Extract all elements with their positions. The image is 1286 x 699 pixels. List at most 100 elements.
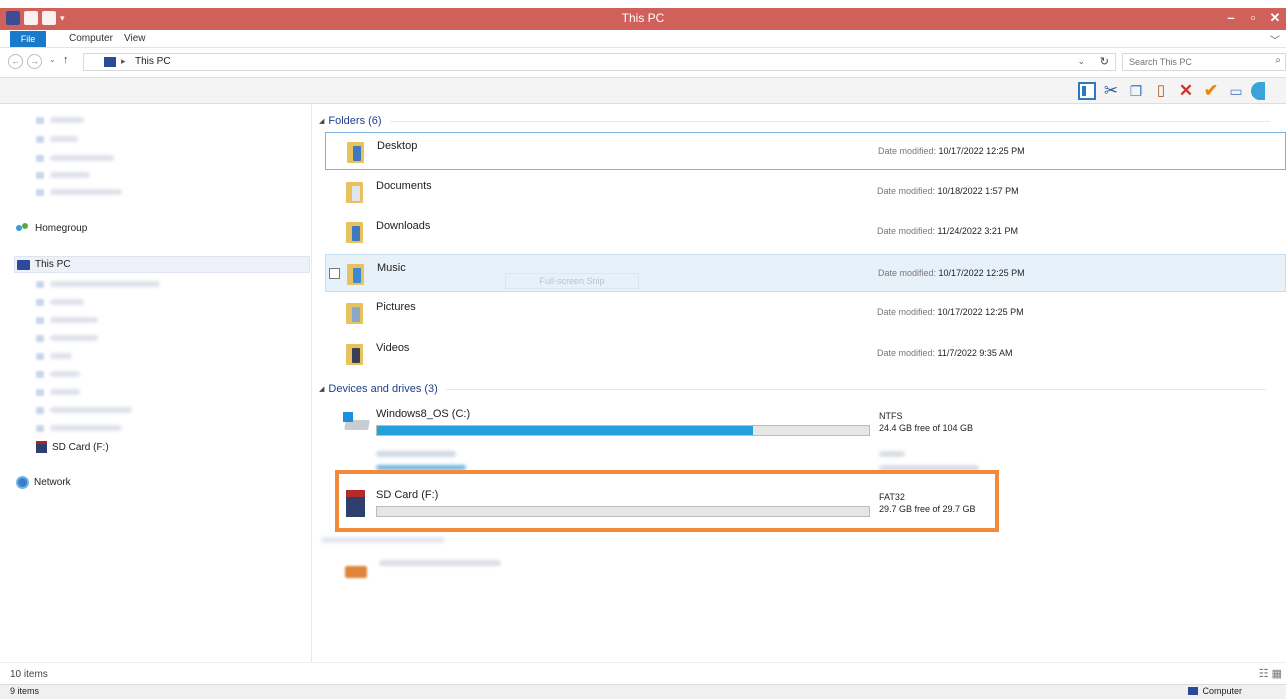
music-folder-icon [347, 264, 364, 285]
zone-indicator: Computer [1188, 686, 1242, 696]
list-item[interactable]: Pictures Date modified: 10/17/2022 12:25… [325, 294, 1286, 332]
folder-name: Documents [376, 180, 432, 192]
blurred-item-icon [36, 425, 44, 432]
devices-group-header[interactable]: ◢ Devices and drives (3) [319, 383, 1266, 395]
date-modified-value: 10/17/2022 12:25 PM [938, 146, 1025, 156]
minimize-icon[interactable]: – [1220, 8, 1242, 30]
date-modified-value: 11/24/2022 3:21 PM [937, 226, 1018, 236]
documents-folder-icon [346, 182, 363, 203]
nav-item-this-pc[interactable]: This PC [14, 256, 310, 273]
tab-view[interactable]: View [124, 30, 146, 48]
date-modified: Date modified: 11/24/2022 3:21 PM [877, 226, 1018, 236]
list-item[interactable]: Videos Date modified: 11/7/2022 9:35 AM [325, 335, 1286, 373]
blurred-item [50, 172, 90, 178]
select-checkbox[interactable] [329, 268, 340, 279]
date-modified: Date modified: 10/17/2022 12:25 PM [878, 268, 1025, 278]
blurred-location-icon [345, 566, 367, 578]
date-modified-label: Date modified: [878, 268, 937, 278]
folders-group-header[interactable]: ◢ Folders (6) [319, 115, 1270, 127]
folder-name: Desktop [377, 140, 418, 152]
status-bar-outer: 9 items Computer [0, 684, 1286, 699]
view-toggle-icon[interactable]: ☷ ▦ [1259, 667, 1282, 680]
nav-item-label: This PC [35, 259, 71, 270]
checkmark-icon[interactable]: ✔ [1201, 81, 1221, 101]
blurred-item-icon [36, 155, 44, 162]
nav-item-network[interactable]: Network [16, 476, 71, 489]
up-arrow-icon[interactable]: ↑ [63, 54, 69, 66]
blurred-item [50, 281, 160, 287]
list-item[interactable]: Desktop Date modified: 10/17/2022 12:25 … [325, 132, 1286, 170]
blurred-location-name [379, 560, 501, 566]
nav-item-label: SD Card (F:) [52, 441, 109, 453]
address-row: ← → ⌄ ↑ ▸ This PC ⌄ ↻ ⌕ [0, 51, 1286, 73]
window-controls: – ▫ ✕ [1220, 8, 1286, 30]
date-modified: Date modified: 10/17/2022 12:25 PM [877, 307, 1024, 317]
address-bar[interactable]: ▸ This PC ⌄ ↻ [83, 53, 1116, 71]
window-title: This PC [621, 11, 665, 25]
date-modified-label: Date modified: [877, 186, 936, 196]
drive-item-c[interactable]: Windows8_OS (C:) NTFS 24.4 GB free of 10… [343, 406, 1283, 446]
blurred-item [50, 335, 98, 341]
paste-icon[interactable]: ▯ [1151, 81, 1171, 101]
nav-item-homegroup[interactable]: Homegroup [16, 222, 87, 234]
list-item[interactable]: Documents Date modified: 10/18/2022 1:57… [325, 173, 1286, 211]
blurred-item [50, 117, 84, 123]
group-divider [445, 388, 1266, 390]
date-modified-value: 10/17/2022 12:25 PM [937, 307, 1024, 317]
back-icon[interactable]: ← [8, 54, 23, 69]
blurred-item [50, 299, 84, 305]
search-input[interactable] [1129, 54, 1269, 70]
rename-icon[interactable]: ▭ [1226, 81, 1246, 101]
blurred-drive-fs [879, 451, 905, 457]
homegroup-icon [16, 222, 30, 234]
tab-computer[interactable]: Computer [69, 30, 113, 48]
folder-name: Pictures [376, 301, 416, 313]
content-pane: ◢ Folders (6) Desktop Date modified: 10/… [313, 104, 1286, 662]
folder-name: Videos [376, 342, 410, 354]
item-count: 10 items [10, 669, 48, 680]
maximize-icon[interactable]: ▫ [1242, 8, 1264, 30]
drive-filesystem: NTFS [879, 411, 903, 421]
blurred-item-icon [36, 189, 44, 196]
blurred-item-icon [36, 299, 44, 306]
pictures-folder-icon [346, 303, 363, 324]
zone-label: Computer [1202, 686, 1242, 696]
title-bar: ▾ This PC – ▫ ✕ [0, 8, 1286, 30]
collapse-triangle-icon[interactable]: ◢ [319, 385, 324, 393]
globe-icon[interactable] [1251, 82, 1265, 100]
blurred-item [50, 407, 132, 413]
drive-free-space: 24.4 GB free of 104 GB [879, 423, 974, 433]
tab-file[interactable]: File [10, 31, 46, 47]
refresh-icon[interactable]: ↻ [1100, 55, 1109, 68]
annotation-highlight-box [335, 470, 999, 532]
status-bar-inner: 10 items ☷ ▦ [0, 662, 1286, 684]
navigation-pane-icon[interactable] [1078, 82, 1096, 100]
recent-chevron-icon[interactable]: ⌄ [49, 55, 56, 64]
breadcrumb-separator-icon[interactable]: ▸ [121, 56, 126, 67]
cut-icon[interactable]: ✂ [1101, 81, 1121, 101]
list-item[interactable]: Music Full-screen Snip Date modified: 10… [325, 254, 1286, 292]
blurred-drive-name [376, 451, 456, 457]
address-dropdown-icon[interactable]: ⌄ [1077, 56, 1085, 67]
search-box[interactable]: ⌕ [1122, 53, 1286, 71]
copy-icon[interactable]: ❐ [1126, 81, 1146, 101]
collapse-triangle-icon[interactable]: ◢ [319, 117, 324, 125]
expand-ribbon-chevron-icon[interactable]: ﹀ [1270, 32, 1280, 47]
list-item[interactable]: Downloads Date modified: 11/24/2022 3:21… [325, 213, 1286, 251]
breadcrumb-this-pc[interactable]: This PC [135, 56, 171, 67]
blurred-item-icon [36, 136, 44, 143]
search-icon[interactable]: ⌕ [1275, 55, 1281, 66]
downloads-folder-icon [346, 222, 363, 243]
blurred-item [50, 425, 122, 431]
date-modified-value: 10/17/2022 12:25 PM [938, 268, 1025, 278]
this-pc-icon [104, 57, 116, 67]
delete-icon[interactable]: ✕ [1176, 81, 1196, 101]
date-modified: Date modified: 10/17/2022 12:25 PM [878, 146, 1025, 156]
blurred-item-icon [36, 117, 44, 124]
drive-usage-bar [376, 425, 870, 436]
nav-item-sd-card[interactable]: SD Card (F:) [36, 441, 109, 453]
close-icon[interactable]: ✕ [1264, 8, 1286, 30]
forward-icon[interactable]: → [27, 54, 42, 69]
ribbon-tabs: File Computer View ﹀ [0, 30, 1286, 48]
command-toolbar: ✂ ❐ ▯ ✕ ✔ ▭ [0, 77, 1286, 104]
